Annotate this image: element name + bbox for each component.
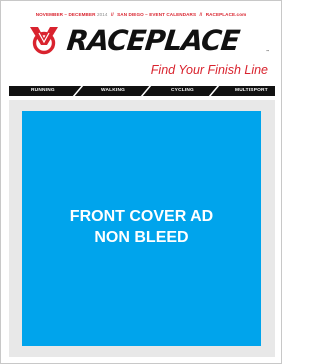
trademark-symbol: ™ [266,49,269,53]
brand-name: RACEPLACE [65,24,241,57]
separator-1: // [110,12,114,17]
issue-year: 2014 [96,12,108,17]
nav-item-running[interactable]: RUNNING [31,86,55,96]
ad-title-line1: FRONT COVER AD [69,208,214,225]
website-link[interactable]: RACEPLACE.com [206,12,247,17]
nav-item-cycling[interactable]: CYCLING [171,86,194,96]
separator-2: // [199,12,203,17]
issue-date-range: NOVEMBER – DECEMBER [35,12,96,17]
nav-divider [71,85,85,97]
raceplace-v-ring-icon [30,27,58,55]
edition-title: SAN DIEGO – EVENT CALENDARS [117,12,197,17]
nav-divider [207,85,221,97]
ad-title-line2: NON BLEED [94,229,189,246]
magazine-cover: NOVEMBER – DECEMBER 2014 // SAN DIEGO – … [0,0,282,364]
category-nav-bar: RUNNING WALKING CYCLING MULTISPORT [9,85,275,97]
nav-item-multisport[interactable]: MULTISPORT [235,86,268,96]
nav-divider [139,85,153,97]
front-cover-ad[interactable]: FRONT COVER AD NON BLEED [22,111,261,346]
masthead: RACEPLACE ™ [28,24,278,57]
issue-info-line: NOVEMBER – DECEMBER 2014 // SAN DIEGO – … [1,12,281,17]
cover-ad-frame: FRONT COVER AD NON BLEED [9,100,275,357]
nav-item-walking[interactable]: WALKING [101,86,125,96]
brand-tagline: Find Your Finish Line [150,63,268,77]
